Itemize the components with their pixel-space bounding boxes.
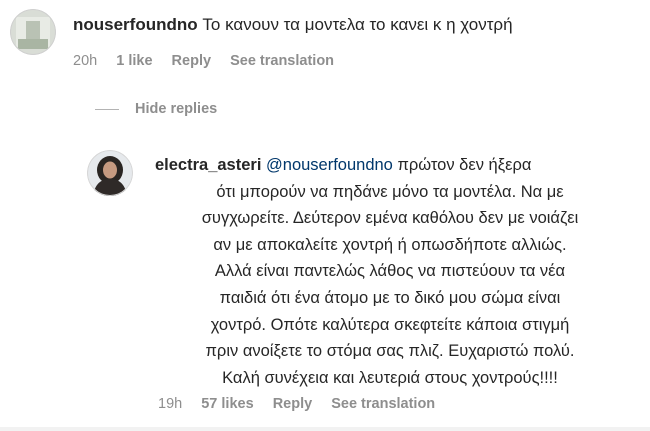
comment-line: συγχωρείτε. Δεύτερον εμένα καθόλου δεν μ… — [201, 209, 579, 228]
comment-text: πρώτον δεν ήξερα — [397, 156, 532, 174]
comment-line: παιδιά ότι ένα άτομο με το δικό μου σώμα… — [219, 288, 561, 307]
comment-likes[interactable]: 57 likes — [201, 396, 253, 412]
mention-link[interactable]: @nouserfoundno — [266, 156, 393, 174]
comments-panel: nouserfoundno Το κανουν τα μοντελα το κα… — [0, 0, 650, 431]
comment-line: πριν ανοίξετε το στόμα σας πλιζ. Ευχαρισ… — [205, 342, 575, 361]
bottom-divider — [0, 427, 650, 431]
comment-line: electra_asteri @nouserfoundno πρώτον δεν… — [155, 152, 625, 179]
comment-username[interactable]: nouserfoundno — [73, 15, 198, 34]
comment-likes[interactable]: 1 like — [116, 53, 152, 69]
see-translation-button[interactable]: See translation — [230, 53, 334, 69]
user-avatar-icon — [87, 150, 133, 196]
comment-body: nouserfoundno Το κανουν τα μοντελα το κα… — [73, 14, 513, 36]
user-avatar-icon — [10, 9, 56, 55]
avatar[interactable] — [10, 9, 56, 55]
comment-username[interactable]: electra_asteri — [155, 156, 261, 174]
comment-meta: 19h 57 likes Reply See translation — [158, 396, 450, 412]
comment-line: χοντρό. Οπότε καλύτερα σκεφτείτε κάποια … — [210, 315, 570, 334]
comment-line: ότι μπορούν να πηδάνε μόνο τα μοντέλα. Ν… — [216, 182, 564, 201]
comment-line: αν με αποκαλείτε χοντρή ή οπωσδήποτε αλλ… — [213, 235, 567, 254]
comment-meta: 20h 1 like Reply See translation — [73, 53, 349, 69]
avatar[interactable] — [87, 150, 133, 196]
hide-replies-label: Hide replies — [135, 101, 218, 117]
comment-text: Το κανουν τα μοντελα το κανει κ η χοντρή — [202, 15, 513, 34]
comment-time: 19h — [158, 396, 183, 412]
reply-comment-body: electra_asteri @nouserfoundno πρώτον δεν… — [155, 152, 625, 391]
reply-button[interactable]: Reply — [172, 53, 212, 69]
reply-button[interactable]: Reply — [273, 396, 313, 412]
comment-line: Καλή συνέχεια και λευτεριά στους χοντρού… — [222, 368, 558, 387]
comment-line: Αλλά είναι παντελώς λάθος να πιστεύουν τ… — [214, 262, 566, 281]
hide-replies-button[interactable]: Hide replies — [95, 101, 217, 117]
comment-time: 20h — [73, 53, 98, 69]
see-translation-button[interactable]: See translation — [331, 396, 435, 412]
divider-line — [95, 108, 119, 110]
